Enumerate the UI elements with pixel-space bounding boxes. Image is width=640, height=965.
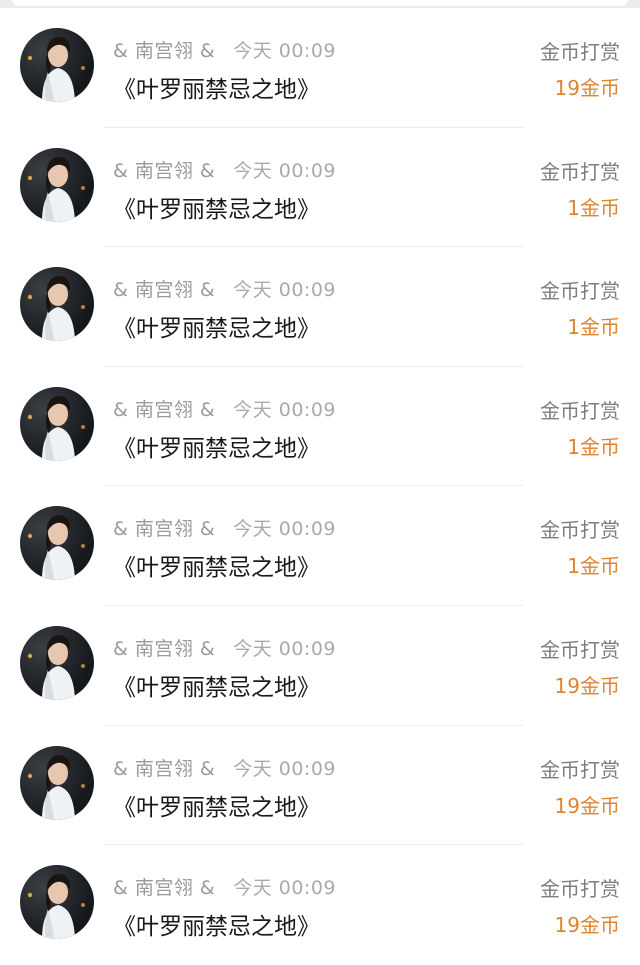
record-type: 金币打赏 <box>540 279 620 304</box>
reward-record-row[interactable]: & 南宫翎 & 今天 00:09 《叶罗丽禁忌之地》 金币打赏 19金币 <box>0 605 640 726</box>
record-meta: & 南宫翎 & 今天 00:09 <box>113 873 336 900</box>
record-time: 今天 00:09 <box>233 518 337 541</box>
reward-record-row[interactable]: & 南宫翎 & 今天 00:09 《叶罗丽禁忌之地》 金币打赏 19金币 <box>0 8 640 128</box>
username[interactable]: & 南宫翎 & <box>113 399 215 421</box>
reward-record-row[interactable]: & 南宫翎 & 今天 00:09 《叶罗丽禁忌之地》 金币打赏 19金币 <box>0 725 640 846</box>
record-meta: & 南宫翎 & 今天 00:09 <box>113 275 336 302</box>
record-meta: & 南宫翎 & 今天 00:09 <box>113 156 336 183</box>
record-time: 今天 00:09 <box>233 398 337 421</box>
record-meta: & 南宫翎 & 今天 00:09 <box>113 36 336 63</box>
reward-amount: 1金币 <box>567 434 620 459</box>
record-meta: & 南宫翎 & 今天 00:09 <box>113 634 336 661</box>
record-type: 金币打赏 <box>540 159 620 184</box>
record-type: 金币打赏 <box>540 40 620 64</box>
reward-amount: 1金币 <box>567 554 620 579</box>
record-time: 今天 00:09 <box>233 637 337 660</box>
reward-amount: 19金币 <box>554 673 620 698</box>
reward-record-list[interactable]: & 南宫翎 & 今天 00:09 《叶罗丽禁忌之地》 金币打赏 19金币 & 南宫… <box>0 8 640 965</box>
reward-amount: 1金币 <box>567 195 620 220</box>
username[interactable]: & 南宫翎 & <box>113 877 215 899</box>
user-avatar[interactable] <box>20 745 94 820</box>
user-avatar[interactable] <box>20 267 94 342</box>
work-title[interactable]: 《叶罗丽禁忌之地》 <box>113 309 320 343</box>
username[interactable]: & 南宫翎 & <box>113 638 215 660</box>
username[interactable]: & 南宫翎 & <box>113 758 215 780</box>
username[interactable]: & 南宫翎 & <box>113 40 215 62</box>
work-title[interactable]: 《叶罗丽禁忌之地》 <box>113 190 320 224</box>
top-edge <box>0 0 640 8</box>
user-avatar[interactable] <box>20 865 94 940</box>
reward-amount: 19金币 <box>554 76 620 100</box>
work-title[interactable]: 《叶罗丽禁忌之地》 <box>113 429 320 463</box>
reward-amount: 19金币 <box>554 913 620 938</box>
reward-record-row[interactable]: & 南宫翎 & 今天 00:09 《叶罗丽禁忌之地》 金币打赏 1金币 <box>0 127 640 248</box>
record-type: 金币打赏 <box>540 637 620 662</box>
record-type: 金币打赏 <box>540 398 620 423</box>
username[interactable]: & 南宫翎 & <box>113 160 215 182</box>
username[interactable]: & 南宫翎 & <box>113 279 215 301</box>
record-time: 今天 00:09 <box>233 757 337 780</box>
record-meta: & 南宫翎 & 今天 00:09 <box>113 395 336 422</box>
work-title[interactable]: 《叶罗丽禁忌之地》 <box>113 668 320 702</box>
record-type: 金币打赏 <box>540 877 620 902</box>
user-avatar[interactable] <box>20 506 94 581</box>
reward-record-row[interactable]: & 南宫翎 & 今天 00:09 《叶罗丽禁忌之地》 金币打赏 19金币 <box>0 845 640 965</box>
reward-record-row[interactable]: & 南宫翎 & 今天 00:09 《叶罗丽禁忌之地》 金币打赏 1金币 <box>0 366 640 487</box>
user-avatar[interactable] <box>20 147 94 222</box>
reward-amount: 1金币 <box>567 315 620 340</box>
record-type: 金币打赏 <box>540 518 620 543</box>
work-title[interactable]: 《叶罗丽禁忌之地》 <box>113 788 320 822</box>
work-title[interactable]: 《叶罗丽禁忌之地》 <box>113 548 320 582</box>
record-time: 今天 00:09 <box>233 279 337 302</box>
work-title[interactable]: 《叶罗丽禁忌之地》 <box>113 907 320 941</box>
record-time: 今天 00:09 <box>233 877 337 900</box>
record-time: 今天 00:09 <box>233 159 337 182</box>
work-title[interactable]: 《叶罗丽禁忌之地》 <box>113 70 320 104</box>
record-time: 今天 00:09 <box>233 40 337 62</box>
username[interactable]: & 南宫翎 & <box>113 518 215 540</box>
record-meta: & 南宫翎 & 今天 00:09 <box>113 754 336 781</box>
record-type: 金币打赏 <box>540 757 620 782</box>
reward-record-row[interactable]: & 南宫翎 & 今天 00:09 《叶罗丽禁忌之地》 金币打赏 1金币 <box>0 247 640 367</box>
record-meta: & 南宫翎 & 今天 00:09 <box>113 514 336 541</box>
top-edge-bar <box>12 0 628 6</box>
user-avatar[interactable] <box>20 28 94 102</box>
reward-record-row[interactable]: & 南宫翎 & 今天 00:09 《叶罗丽禁忌之地》 金币打赏 1金币 <box>0 486 640 606</box>
user-avatar[interactable] <box>20 625 94 700</box>
reward-amount: 19金币 <box>554 793 620 818</box>
user-avatar[interactable] <box>20 386 94 461</box>
